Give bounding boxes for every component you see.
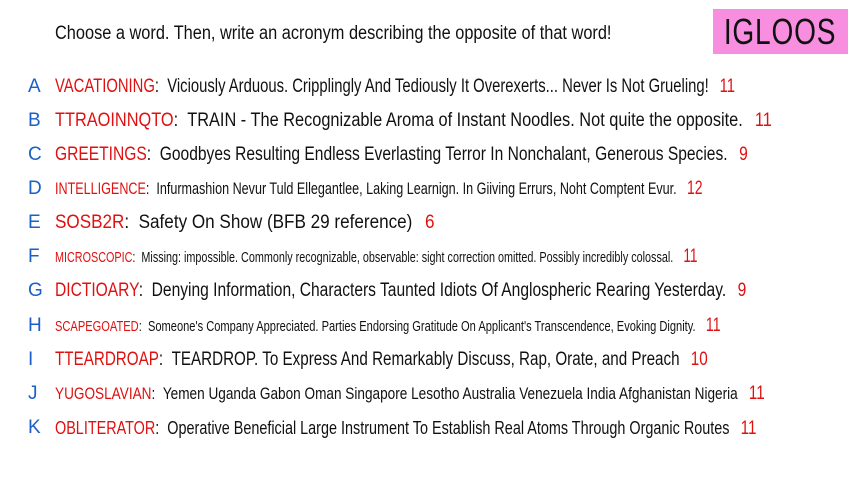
entry-row: J YUGOSLAVIAN: Yemen Uganda Gabon Oman Si… bbox=[0, 382, 853, 406]
entry-letter: D bbox=[28, 178, 42, 199]
title-badge: IGLOOS bbox=[713, 9, 848, 54]
entry-score: 10 bbox=[690, 349, 708, 370]
entry-acronym-text: Denying Information, Characters Taunted … bbox=[151, 280, 727, 301]
entry-row: H SCAPEGOATED: Someone's Company Apprecia… bbox=[0, 314, 853, 338]
entry-content: DICTIOARY: Denying Information, Characte… bbox=[55, 279, 746, 303]
entry-content: SOSB2R: Safety On Show (BFB 29 reference… bbox=[55, 211, 434, 235]
entry-score: 11 bbox=[740, 418, 757, 439]
entry-word: TTEARDROAP bbox=[55, 349, 159, 370]
entry-word: OBLITERATOR bbox=[55, 418, 156, 438]
entry-word: TTRAOINNQTO bbox=[55, 110, 174, 131]
entry-acronym-text: Missing: impossible. Commonly recognizab… bbox=[141, 249, 674, 266]
entry-row: B TTRAOINNQTO: TRAIN - The Recognizable A… bbox=[0, 109, 853, 133]
entry-score: 6 bbox=[424, 212, 435, 233]
entry-letter: H bbox=[28, 315, 42, 336]
entry-letter: C bbox=[28, 144, 42, 165]
entry-colon: : bbox=[124, 212, 139, 233]
entry-word: MICROSCOPIC bbox=[55, 249, 133, 266]
entry-word: INTELLIGENCE bbox=[55, 179, 146, 198]
entry-acronym-text: TEARDROP. To Express And Remarkably Disc… bbox=[171, 349, 680, 370]
entry-row: K OBLITERATOR: Operative Beneficial Large… bbox=[0, 416, 853, 440]
entry-colon: : bbox=[151, 384, 163, 403]
entry-content: MICROSCOPIC: Missing: impossible. Common… bbox=[55, 245, 698, 270]
entry-acronym-text: Someone's Company Appreciated. Parties E… bbox=[147, 318, 696, 335]
entry-acronym-text: Viciously Arduous. Cripplingly And Tedio… bbox=[167, 76, 709, 97]
entry-word: YUGOSLAVIAN bbox=[55, 384, 152, 403]
entry-content: GREETINGS: Goodbyes Resulting Endless Ev… bbox=[55, 143, 748, 167]
entry-colon: : bbox=[146, 144, 160, 165]
entry-acronym-text: Yemen Uganda Gabon Oman Singapore Lesoth… bbox=[162, 384, 738, 403]
entry-score: 12 bbox=[686, 178, 703, 199]
entry-colon: : bbox=[132, 249, 142, 266]
title-text: IGLOOS bbox=[724, 10, 837, 52]
entry-row: I TTEARDROAP: TEARDROP. To Express And Re… bbox=[0, 348, 853, 372]
entry-letter: J bbox=[28, 383, 38, 404]
entry-acronym-text: Safety On Show (BFB 29 reference) bbox=[138, 212, 413, 233]
entry-letter: F bbox=[28, 246, 40, 267]
entry-content: OBLITERATOR: Operative Beneficial Large … bbox=[55, 416, 756, 441]
entry-letter: I bbox=[28, 349, 34, 370]
entry-letter: E bbox=[28, 212, 41, 233]
entry-colon: : bbox=[138, 280, 152, 301]
entry-score: 11 bbox=[719, 76, 736, 97]
entry-score: 11 bbox=[683, 246, 698, 267]
entry-word: DICTIOARY bbox=[55, 280, 139, 301]
entry-acronym-text: TRAIN - The Recognizable Aroma of Instan… bbox=[187, 110, 743, 131]
entry-colon: : bbox=[154, 76, 168, 97]
entry-content: INTELLIGENCE: Infurmashion Nevur Tuld El… bbox=[55, 177, 703, 201]
entry-acronym-text: Infurmashion Nevur Tuld Ellegantlee, Lak… bbox=[156, 179, 677, 198]
entry-colon: : bbox=[155, 418, 168, 438]
entry-letter: K bbox=[28, 417, 41, 438]
entry-acronym-text: Operative Beneficial Large Instrument To… bbox=[167, 418, 730, 438]
entry-colon: : bbox=[138, 318, 148, 335]
entry-word: VACATIONING bbox=[55, 76, 155, 97]
entry-content: YUGOSLAVIAN: Yemen Uganda Gabon Oman Sin… bbox=[55, 382, 765, 406]
instructions-text: Choose a word. Then, write an acronym de… bbox=[55, 23, 612, 44]
entry-score: 11 bbox=[705, 315, 721, 336]
entry-score: 11 bbox=[748, 383, 765, 404]
entry-word: SCAPEGOATED bbox=[55, 318, 139, 335]
entry-word: GREETINGS bbox=[55, 144, 147, 165]
entry-content: TTRAOINNQTO: TRAIN - The Recognizable Ar… bbox=[55, 109, 772, 133]
entry-score: 9 bbox=[739, 144, 748, 165]
entry-letter: G bbox=[28, 280, 43, 301]
entry-colon: : bbox=[145, 179, 157, 198]
entry-letter: B bbox=[28, 110, 41, 131]
entry-row: C GREETINGS: Goodbyes Resulting Endless E… bbox=[0, 143, 853, 167]
entry-score: 9 bbox=[737, 280, 747, 301]
entry-letter: A bbox=[28, 76, 41, 97]
entry-acronym-text: Goodbyes Resulting Endless Everlasting T… bbox=[159, 144, 728, 165]
entry-word: SOSB2R bbox=[55, 212, 125, 233]
entry-row: A VACATIONING: Viciously Arduous. Crippli… bbox=[0, 75, 853, 99]
entry-content: SCAPEGOATED: Someone's Company Appreciat… bbox=[55, 314, 721, 339]
entry-content: VACATIONING: Viciously Arduous. Cripplin… bbox=[55, 75, 735, 99]
entry-colon: : bbox=[158, 349, 172, 370]
entry-row: G DICTIOARY: Denying Information, Charact… bbox=[0, 279, 853, 303]
entry-colon: : bbox=[173, 110, 188, 131]
entry-content: TTEARDROAP: TEARDROP. To Express And Rem… bbox=[55, 348, 708, 372]
entry-row: F MICROSCOPIC: Missing: impossible. Commo… bbox=[0, 245, 853, 269]
entry-row: E SOSB2R: Safety On Show (BFB 29 referenc… bbox=[0, 211, 853, 235]
entry-score: 11 bbox=[754, 110, 772, 131]
entry-row: D INTELLIGENCE: Infurmashion Nevur Tuld E… bbox=[0, 177, 853, 201]
